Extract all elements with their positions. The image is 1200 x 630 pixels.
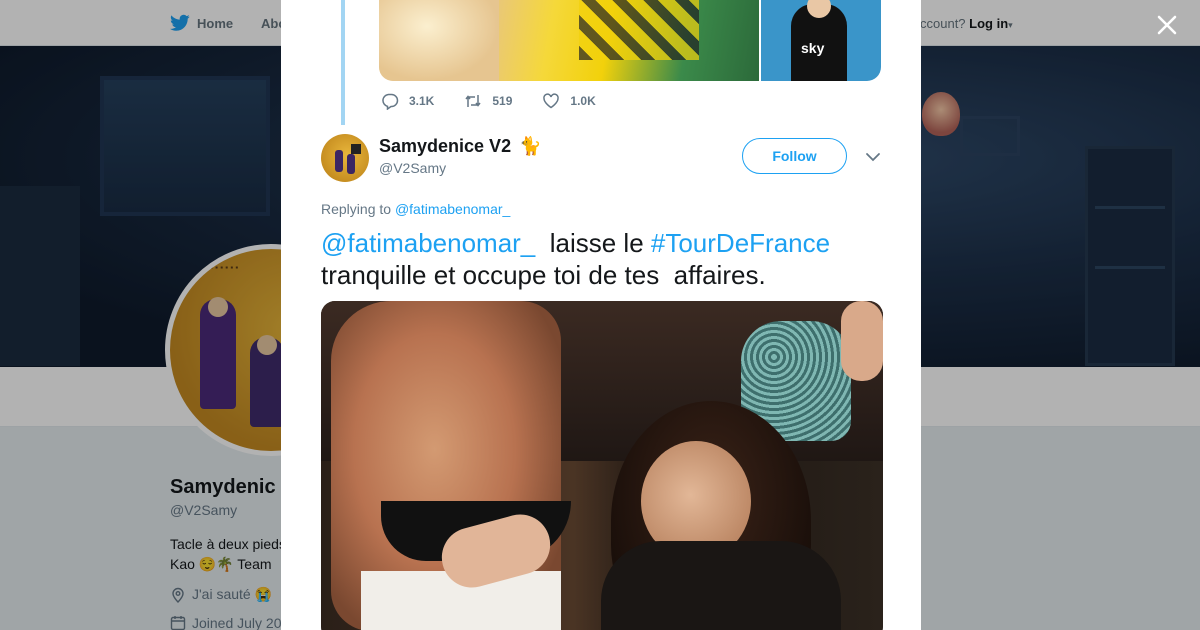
like-count: 1.0K	[570, 94, 596, 108]
like-button[interactable]: 1.0K	[542, 92, 596, 110]
image-jersey-logo: sky	[801, 40, 825, 56]
previous-tweet-image[interactable]: sky	[761, 0, 881, 81]
tweet-author-handle[interactable]: @V2Samy	[379, 160, 446, 176]
replying-to-prefix: Replying to	[321, 201, 392, 217]
previous-tweet-image[interactable]	[379, 0, 759, 81]
reply-count: 3.1K	[409, 94, 435, 108]
photo-arm-shape	[841, 301, 883, 381]
thread-connector-line	[341, 0, 345, 125]
tweet-photo[interactable]	[321, 301, 883, 630]
tweet-mention-link[interactable]: @fatimabenomar_	[321, 228, 535, 258]
cat-emoji-icon: 🐈	[519, 136, 542, 157]
tweet-author-avatar[interactable]	[321, 134, 369, 182]
photo-top-shape	[601, 541, 841, 630]
image-hair-shape	[379, 0, 499, 81]
tweet-text: @fatimabenomar_ laisse le #TourDeFrance …	[321, 227, 891, 291]
reply-icon	[382, 93, 399, 110]
previous-tweet-actions: 3.1K 519 1.0K	[381, 92, 596, 110]
retweet-count: 519	[492, 94, 513, 108]
avatar-figure	[335, 150, 343, 172]
replying-to-mention[interactable]: @fatimabenomar_	[395, 201, 510, 217]
avatar-figure	[347, 154, 355, 174]
tweet-text-part: tranquille et occupe toi de tes affaires…	[321, 260, 766, 290]
retweet-button[interactable]: 519	[464, 92, 512, 110]
like-icon	[543, 93, 560, 109]
close-icon[interactable]	[1152, 10, 1182, 40]
tweet-modal: sky 3.1K 519 1.0K Samydenice V2 🐈 @V2Sam…	[281, 0, 921, 630]
retweet-icon	[465, 95, 481, 107]
replying-to-line: Replying to @fatimabenomar_	[321, 201, 510, 217]
author-name-text: Samydenice V2	[379, 136, 512, 156]
tweet-author-name[interactable]: Samydenice V2 🐈	[379, 136, 542, 157]
avatar-window-shape	[351, 144, 361, 154]
tweet-hashtag-link[interactable]: #TourDeFrance	[651, 228, 830, 258]
image-jersey-shape	[579, 0, 699, 60]
reply-button[interactable]: 3.1K	[381, 92, 434, 110]
follow-button[interactable]: Follow	[742, 138, 847, 174]
chevron-down-icon[interactable]	[865, 150, 881, 164]
tweet-text-part: laisse le	[535, 228, 651, 258]
